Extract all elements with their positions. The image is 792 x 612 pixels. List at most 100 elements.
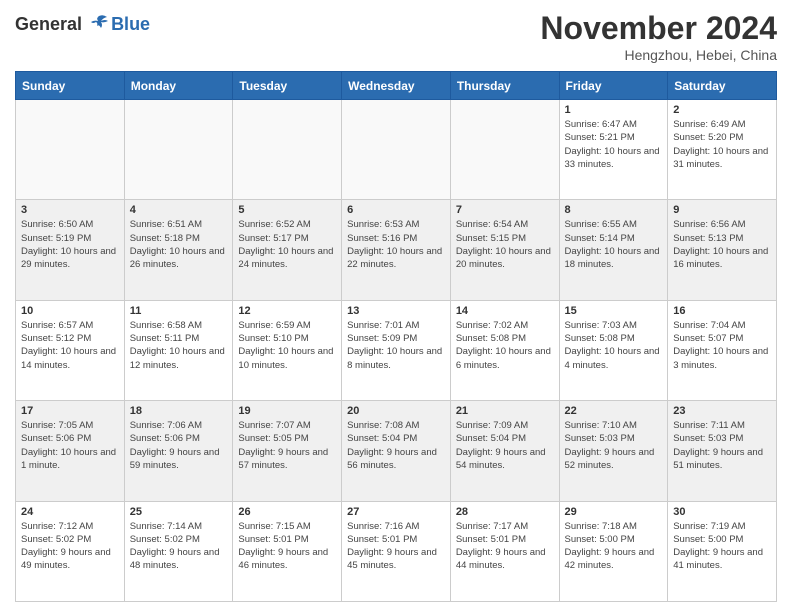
- day-number-30: 30: [673, 506, 771, 518]
- day-info-2: Sunrise: 6:49 AM Sunset: 5:20 PM Dayligh…: [673, 118, 771, 171]
- week-row-2: 3 Sunrise: 6:50 AM Sunset: 5:19 PM Daylig…: [16, 200, 777, 300]
- logo: General Blue: [15, 14, 150, 35]
- day-info-7: Sunrise: 6:54 AM Sunset: 5:15 PM Dayligh…: [456, 218, 554, 271]
- day-number-18: 18: [130, 405, 228, 417]
- day-info-22: Sunrise: 7:10 AM Sunset: 5:03 PM Dayligh…: [565, 419, 663, 472]
- day-number-4: 4: [130, 204, 228, 216]
- day-number-15: 15: [565, 305, 663, 317]
- day-cell-4-2: 26 Sunrise: 7:15 AM Sunset: 5:01 PM Dayli…: [233, 501, 342, 601]
- day-number-2: 2: [673, 104, 771, 116]
- day-cell-3-5: 22 Sunrise: 7:10 AM Sunset: 5:03 PM Dayli…: [559, 401, 668, 501]
- header-thursday: Thursday: [450, 72, 559, 100]
- day-number-27: 27: [347, 506, 445, 518]
- day-number-11: 11: [130, 305, 228, 317]
- logo-blue: Blue: [111, 14, 150, 35]
- day-info-5: Sunrise: 6:52 AM Sunset: 5:17 PM Dayligh…: [238, 218, 336, 271]
- week-row-5: 24 Sunrise: 7:12 AM Sunset: 5:02 PM Dayli…: [16, 501, 777, 601]
- day-info-9: Sunrise: 6:56 AM Sunset: 5:13 PM Dayligh…: [673, 218, 771, 271]
- day-number-1: 1: [565, 104, 663, 116]
- day-info-19: Sunrise: 7:07 AM Sunset: 5:05 PM Dayligh…: [238, 419, 336, 472]
- page-container: General Blue November 2024 Hengzhou, Heb…: [0, 0, 792, 612]
- day-info-14: Sunrise: 7:02 AM Sunset: 5:08 PM Dayligh…: [456, 319, 554, 372]
- day-number-12: 12: [238, 305, 336, 317]
- day-info-18: Sunrise: 7:06 AM Sunset: 5:06 PM Dayligh…: [130, 419, 228, 472]
- day-info-24: Sunrise: 7:12 AM Sunset: 5:02 PM Dayligh…: [21, 520, 119, 573]
- day-number-3: 3: [21, 204, 119, 216]
- day-cell-4-0: 24 Sunrise: 7:12 AM Sunset: 5:02 PM Dayli…: [16, 501, 125, 601]
- day-info-20: Sunrise: 7:08 AM Sunset: 5:04 PM Dayligh…: [347, 419, 445, 472]
- week-row-4: 17Sunrise: 7:05 AM Sunset: 5:06 PM Dayli…: [16, 401, 777, 501]
- day-number-7: 7: [456, 204, 554, 216]
- day-cell-3-3: 20 Sunrise: 7:08 AM Sunset: 5:04 PM Dayli…: [342, 401, 451, 501]
- day-number-16: 16: [673, 305, 771, 317]
- day-cell-3-2: 19 Sunrise: 7:07 AM Sunset: 5:05 PM Dayli…: [233, 401, 342, 501]
- day-info-16: Sunrise: 7:04 AM Sunset: 5:07 PM Dayligh…: [673, 319, 771, 372]
- day-cell-4-6: 30 Sunrise: 7:19 AM Sunset: 5:00 PM Dayli…: [668, 501, 777, 601]
- day-cell-2-6: 16 Sunrise: 7:04 AM Sunset: 5:07 PM Dayli…: [668, 300, 777, 400]
- day-info-25: Sunrise: 7:14 AM Sunset: 5:02 PM Dayligh…: [130, 520, 228, 573]
- day-cell-4-4: 28Sunrise: 7:17 AM Sunset: 5:01 PM Dayli…: [450, 501, 559, 601]
- day-info-15: Sunrise: 7:03 AM Sunset: 5:08 PM Dayligh…: [565, 319, 663, 372]
- location: Hengzhou, Hebei, China: [540, 47, 777, 63]
- header-tuesday: Tuesday: [233, 72, 342, 100]
- day-number-10: 10: [21, 305, 119, 317]
- day-number-19: 19: [238, 405, 336, 417]
- day-cell-1-2: 5Sunrise: 6:52 AM Sunset: 5:17 PM Daylig…: [233, 200, 342, 300]
- day-cell-0-6: 2 Sunrise: 6:49 AM Sunset: 5:20 PM Daylig…: [668, 100, 777, 200]
- day-cell-1-5: 8 Sunrise: 6:55 AM Sunset: 5:14 PM Daylig…: [559, 200, 668, 300]
- day-cell-4-3: 27 Sunrise: 7:16 AM Sunset: 5:01 PM Dayli…: [342, 501, 451, 601]
- day-info-23: Sunrise: 7:11 AM Sunset: 5:03 PM Dayligh…: [673, 419, 771, 472]
- header-friday: Friday: [559, 72, 668, 100]
- day-cell-4-1: 25Sunrise: 7:14 AM Sunset: 5:02 PM Dayli…: [124, 501, 233, 601]
- day-info-30: Sunrise: 7:19 AM Sunset: 5:00 PM Dayligh…: [673, 520, 771, 573]
- header-saturday: Saturday: [668, 72, 777, 100]
- day-cell-1-0: 3 Sunrise: 6:50 AM Sunset: 5:19 PM Daylig…: [16, 200, 125, 300]
- day-number-8: 8: [565, 204, 663, 216]
- day-number-20: 20: [347, 405, 445, 417]
- calendar-table: Sunday Monday Tuesday Wednesday Thursday…: [15, 71, 777, 602]
- day-cell-1-3: 6 Sunrise: 6:53 AM Sunset: 5:16 PM Daylig…: [342, 200, 451, 300]
- day-cell-3-4: 21Sunrise: 7:09 AM Sunset: 5:04 PM Dayli…: [450, 401, 559, 501]
- day-info-4: Sunrise: 6:51 AM Sunset: 5:18 PM Dayligh…: [130, 218, 228, 271]
- day-number-23: 23: [673, 405, 771, 417]
- day-info-13: Sunrise: 7:01 AM Sunset: 5:09 PM Dayligh…: [347, 319, 445, 372]
- day-number-22: 22: [565, 405, 663, 417]
- day-info-26: Sunrise: 7:15 AM Sunset: 5:01 PM Dayligh…: [238, 520, 336, 573]
- day-cell-1-4: 7 Sunrise: 6:54 AM Sunset: 5:15 PM Daylig…: [450, 200, 559, 300]
- header: General Blue November 2024 Hengzhou, Heb…: [15, 10, 777, 63]
- day-number-13: 13: [347, 305, 445, 317]
- day-info-28: Sunrise: 7:17 AM Sunset: 5:01 PM Dayligh…: [456, 520, 554, 573]
- day-info-29: Sunrise: 7:18 AM Sunset: 5:00 PM Dayligh…: [565, 520, 663, 573]
- header-monday: Monday: [124, 72, 233, 100]
- day-cell-3-0: 17Sunrise: 7:05 AM Sunset: 5:06 PM Dayli…: [16, 401, 125, 501]
- day-cell-2-1: 11 Sunrise: 6:58 AM Sunset: 5:11 PM Dayli…: [124, 300, 233, 400]
- day-info-12: Sunrise: 6:59 AM Sunset: 5:10 PM Dayligh…: [238, 319, 336, 372]
- day-cell-0-3: [342, 100, 451, 200]
- day-number-26: 26: [238, 506, 336, 518]
- day-cell-2-0: 10 Sunrise: 6:57 AM Sunset: 5:12 PM Dayli…: [16, 300, 125, 400]
- day-info-6: Sunrise: 6:53 AM Sunset: 5:16 PM Dayligh…: [347, 218, 445, 271]
- day-info-27: Sunrise: 7:16 AM Sunset: 5:01 PM Dayligh…: [347, 520, 445, 573]
- day-info-11: Sunrise: 6:58 AM Sunset: 5:11 PM Dayligh…: [130, 319, 228, 372]
- day-cell-0-0: [16, 100, 125, 200]
- day-number-24: 24: [21, 506, 119, 518]
- day-cell-0-2: [233, 100, 342, 200]
- day-info-10: Sunrise: 6:57 AM Sunset: 5:12 PM Dayligh…: [21, 319, 119, 372]
- logo-bird-icon: [89, 13, 109, 33]
- day-cell-0-4: [450, 100, 559, 200]
- month-title: November 2024: [540, 10, 777, 47]
- day-cell-3-6: 23 Sunrise: 7:11 AM Sunset: 5:03 PM Dayli…: [668, 401, 777, 501]
- day-cell-4-5: 29Sunrise: 7:18 AM Sunset: 5:00 PM Dayli…: [559, 501, 668, 601]
- day-number-6: 6: [347, 204, 445, 216]
- day-info-8: Sunrise: 6:55 AM Sunset: 5:14 PM Dayligh…: [565, 218, 663, 271]
- day-info-3: Sunrise: 6:50 AM Sunset: 5:19 PM Dayligh…: [21, 218, 119, 271]
- header-wednesday: Wednesday: [342, 72, 451, 100]
- day-number-14: 14: [456, 305, 554, 317]
- day-info-21: Sunrise: 7:09 AM Sunset: 5:04 PM Dayligh…: [456, 419, 554, 472]
- day-cell-2-2: 12 Sunrise: 6:59 AM Sunset: 5:10 PM Dayli…: [233, 300, 342, 400]
- day-info-17: Sunrise: 7:05 AM Sunset: 5:06 PM Dayligh…: [21, 419, 119, 472]
- day-cell-3-1: 18 Sunrise: 7:06 AM Sunset: 5:06 PM Dayli…: [124, 401, 233, 501]
- weekday-header-row: Sunday Monday Tuesday Wednesday Thursday…: [16, 72, 777, 100]
- day-info-1: Sunrise: 6:47 AM Sunset: 5:21 PM Dayligh…: [565, 118, 663, 171]
- day-cell-2-3: 13 Sunrise: 7:01 AM Sunset: 5:09 PM Dayli…: [342, 300, 451, 400]
